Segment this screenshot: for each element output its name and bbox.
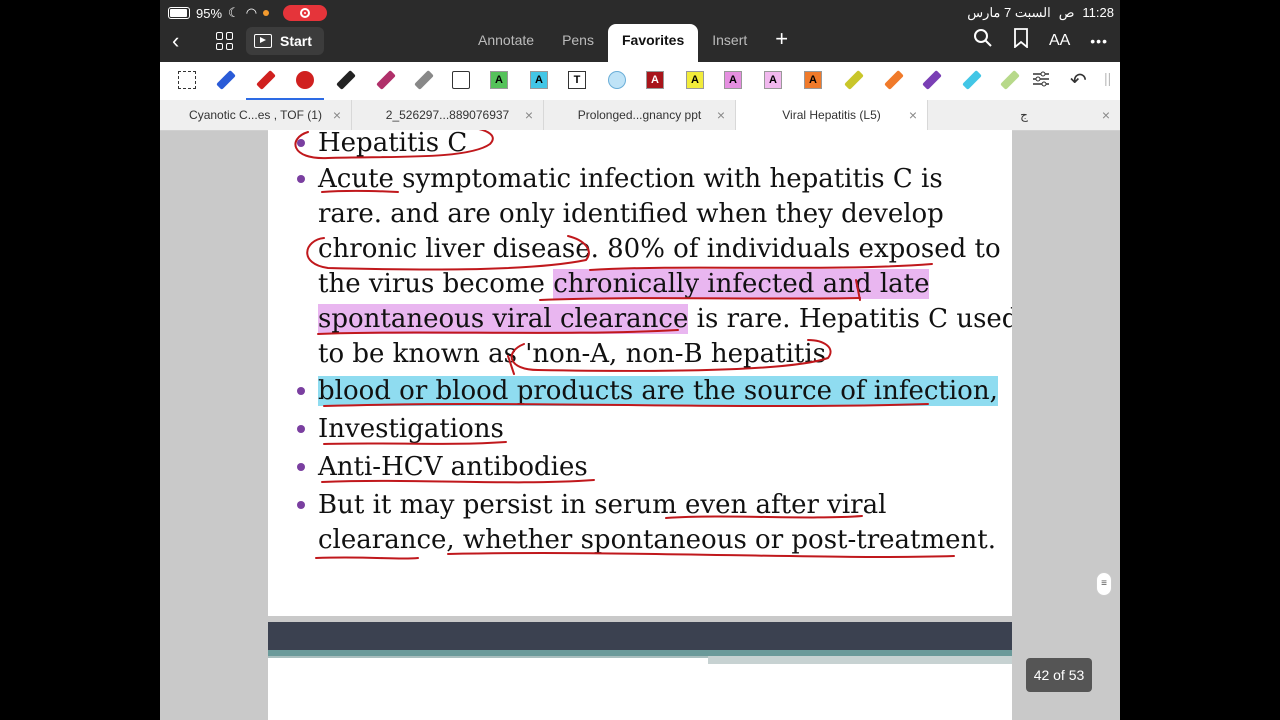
orange-highlighter-icon[interactable] <box>884 70 904 90</box>
ink-underline <box>665 515 863 519</box>
red-color-dot-icon[interactable] <box>296 71 314 89</box>
ink-tick <box>855 279 861 301</box>
doc-tab-label: Cyanotic C...es , TOF (1) <box>189 108 322 122</box>
slide-accent-band-light <box>708 656 1012 664</box>
pink-eraser-pen-icon[interactable] <box>376 70 396 90</box>
start-presentation-button[interactable]: Start <box>246 27 324 55</box>
ink-underline <box>589 263 933 271</box>
present-icon <box>254 34 272 48</box>
undo-icon[interactable]: ↶ <box>1070 68 1087 93</box>
close-icon[interactable]: × <box>717 100 725 130</box>
tab-insert[interactable]: Insert <box>698 24 761 62</box>
slide-header-band <box>268 622 1012 650</box>
ipad-screen: 95% ☾ ◠ السبت 7 مارس ص 11:28 ‹ Start Ann… <box>160 0 1120 720</box>
doc-tab-label: 2_526297...889076937 <box>385 108 510 122</box>
status-bar: 95% ☾ ◠ السبت 7 مارس ص 11:28 <box>160 0 1120 26</box>
wifi-icon: ◠ <box>245 5 258 20</box>
status-ampm: ص <box>1058 5 1075 20</box>
darkred-text-highlight-icon[interactable]: A <box>646 71 664 89</box>
back-chevron-icon[interactable]: ‹ <box>172 30 179 52</box>
doc-tab-prolonged-pregnancy[interactable]: Prolonged...gnancy ppt × <box>544 100 736 130</box>
app-nav: ‹ Start Annotate Pens Favorites Insert + <box>160 24 1120 62</box>
close-icon[interactable]: × <box>333 100 341 130</box>
green-text-highlight-icon[interactable]: A <box>490 71 508 89</box>
ink-circle-chronic <box>306 235 590 271</box>
bookmark-icon[interactable] <box>1013 28 1029 53</box>
yellow-highlighter-icon[interactable] <box>844 70 864 90</box>
lightpink-text-highlight-icon[interactable]: A <box>764 71 782 89</box>
black-pen-icon[interactable] <box>336 70 356 90</box>
red-pen-icon[interactable] <box>256 70 276 90</box>
search-icon[interactable] <box>973 28 993 53</box>
moon-icon: ☾ <box>228 5 240 20</box>
yellow-text-highlight-icon[interactable]: A <box>686 71 704 89</box>
close-icon[interactable]: × <box>909 100 917 130</box>
favorites-toolbar: A A T A A A A A ↶ || <box>160 62 1120 101</box>
text-box-icon[interactable]: T <box>568 71 586 89</box>
doc-tab-label: ج <box>1020 108 1028 122</box>
pink-text-highlight-icon[interactable]: A <box>724 71 742 89</box>
ink-underline <box>539 297 861 301</box>
green-highlighter-icon[interactable] <box>1000 70 1020 90</box>
tab-pens[interactable]: Pens <box>548 24 608 62</box>
start-label: Start <box>280 33 312 49</box>
ink-circle-non-a <box>510 339 832 372</box>
ink-underline <box>323 403 929 407</box>
battery-icon <box>168 7 190 19</box>
doc-tab-cyanotic[interactable]: Cyanotic C...es , TOF (1) × <box>160 100 352 130</box>
tab-favorites[interactable]: Favorites <box>607 24 699 62</box>
red-ink-annotations <box>294 130 955 560</box>
next-slide-page[interactable] <box>268 622 1012 720</box>
orange-text-highlight-icon[interactable]: A <box>804 71 822 89</box>
doc-tab-label: Prolonged...gnancy ppt <box>577 108 702 122</box>
record-icon <box>300 8 311 18</box>
tool-settings-icon[interactable] <box>1032 70 1050 93</box>
status-date: السبت 7 مارس <box>967 5 1051 20</box>
ink-underline <box>447 552 955 558</box>
slide-page[interactable]: Hepatitis C Acute symptomatic infection … <box>268 130 1012 616</box>
nav-right-tools: AA ••• <box>973 28 1108 53</box>
top-bar: 95% ☾ ◠ السبت 7 مارس ص 11:28 ‹ Start Ann… <box>160 0 1120 62</box>
scroll-handle[interactable]: ≡ <box>1096 572 1112 596</box>
lasso-select-icon[interactable] <box>178 71 196 89</box>
doc-tab-2-526297[interactable]: 2_526297...889076937 × <box>352 100 544 130</box>
toolbar-drag-handle-icon[interactable]: || <box>1104 70 1111 86</box>
ink-underline <box>321 479 595 484</box>
document-tabs: Cyanotic C...es , TOF (1) × 2_526297...8… <box>160 100 1120 131</box>
ink-circle-heading <box>294 130 494 160</box>
ink-underline <box>321 189 399 193</box>
close-icon[interactable]: × <box>1102 100 1110 130</box>
add-tab-button[interactable]: + <box>761 24 802 62</box>
status-time: 11:28 <box>1082 5 1114 20</box>
slide-accent-line <box>268 656 708 658</box>
battery-percent: 95% <box>196 5 223 21</box>
thumbnails-grid-icon[interactable] <box>216 32 234 50</box>
ink-underline <box>315 556 419 560</box>
doc-tab-arabic[interactable]: ج × <box>928 100 1120 130</box>
more-icon[interactable]: ••• <box>1090 33 1108 49</box>
cyan-text-highlight-icon[interactable]: A <box>530 71 548 89</box>
add-page-icon[interactable] <box>452 71 470 89</box>
tab-annotate[interactable]: Annotate <box>464 24 548 62</box>
text-size-icon[interactable]: AA <box>1049 32 1070 50</box>
ink-underline <box>317 329 679 335</box>
page-indicator: 42 of 53 <box>1026 658 1092 692</box>
ink-underline <box>323 441 507 445</box>
screen-record-indicator[interactable] <box>283 5 328 21</box>
purple-highlighter-icon[interactable] <box>922 70 942 90</box>
shape-circle-icon[interactable] <box>608 71 626 89</box>
orange-dot-icon <box>263 10 270 16</box>
cyan-highlighter-icon[interactable] <box>962 70 982 90</box>
doc-tab-label: Viral Hepatitis (L5) <box>782 108 881 122</box>
blue-pen-icon[interactable] <box>216 70 236 90</box>
close-icon[interactable]: × <box>525 100 533 130</box>
eraser-icon[interactable] <box>414 70 434 90</box>
ribbon-tabs: Annotate Pens Favorites Insert + <box>464 24 802 62</box>
doc-tab-viral-hepatitis[interactable]: Viral Hepatitis (L5) × <box>736 100 928 130</box>
